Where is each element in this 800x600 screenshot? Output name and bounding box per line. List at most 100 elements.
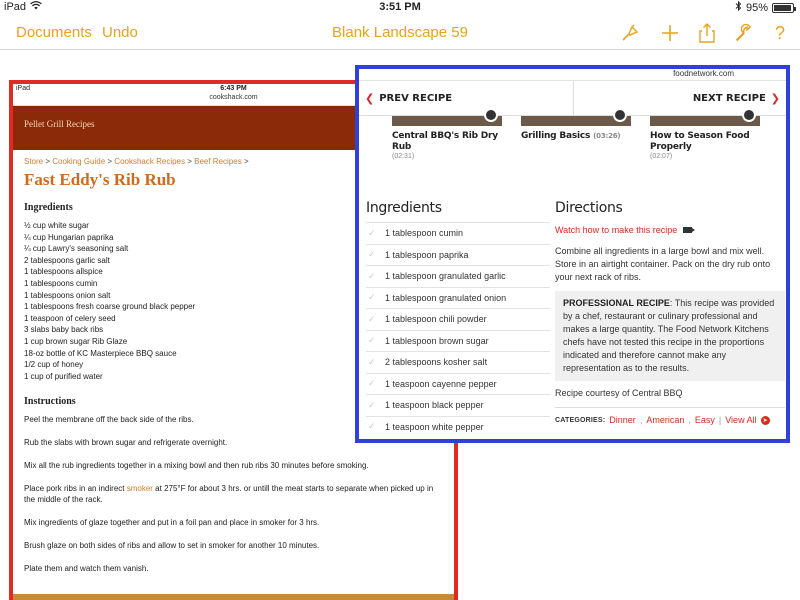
ingredient-text: 1 tablespoon chili powder (385, 314, 487, 325)
directions-text: Combine all ingredients in a large bowl … (555, 246, 771, 282)
ingredient-row[interactable]: ✓ 2 tablespoons kosher salt (366, 351, 550, 373)
video-camera-icon (683, 227, 696, 233)
checkmark-icon: ✓ (368, 335, 376, 346)
watch-label: Watch how to make this recipe (555, 225, 678, 235)
ingredient-text: 1 teaspoon white pepper (385, 421, 484, 432)
keynote-toolbar: Documents Undo Blank Landscape 59 ? (0, 16, 800, 50)
battery-icon (772, 2, 796, 13)
ingredient-text: 1 tablespoon cumin (385, 228, 464, 239)
recipe-nav: ❮ PREV RECIPE NEXT RECIPE ❯ (359, 81, 786, 116)
view-all-link[interactable]: View All (725, 415, 756, 425)
checkmark-icon: ✓ (368, 399, 376, 410)
site-header-title: Pellet Grill Recipes (24, 119, 95, 129)
video-card[interactable]: Central BBQ's Rib Dry Rub (02:31) (392, 108, 502, 160)
ingredient-row[interactable]: ✓ 1 tablespoon granulated garlic (366, 265, 550, 287)
ingredient-row[interactable]: ✓ 1 teaspoon white pepper (366, 415, 550, 438)
checkmark-icon: ✓ (368, 313, 376, 324)
foodnetwork-screenshot[interactable]: foodnetwork.com ❮ PREV RECIPE NEXT RECIP… (355, 65, 790, 443)
video-card[interactable]: Grilling Basics (03:26) (521, 108, 631, 142)
ingredients-section: Ingredients ✓ 1 tablespoon cumin ✓ 1 table… (366, 200, 550, 437)
instruction-step: Brush glaze on both sides of ribs and al… (24, 541, 320, 551)
categories-row: CATEGORIES: Dinner, American, Easy | Vie… (555, 407, 785, 425)
category-link[interactable]: Easy (695, 415, 715, 425)
battery-level (774, 4, 792, 11)
video-carousel: Central BBQ's Rib Dry Rub (02:31) Grilli… (359, 108, 786, 178)
instruction-step: Place pork ribs in an indirect smoker at… (24, 483, 443, 505)
checkmark-icon: ✓ (368, 421, 376, 432)
status-time: 3:51 PM (379, 1, 421, 13)
video-duration: (02:31) (392, 153, 415, 160)
video-thumbnail (650, 108, 760, 126)
format-brush-icon[interactable] (619, 22, 641, 44)
video-title: Grilling Basics (03:26) (521, 131, 631, 142)
play-icon (742, 108, 756, 122)
ingredient-text: 1 teaspoon black pepper (385, 400, 484, 411)
inner-url-bar: foodnetwork.com (359, 69, 786, 81)
ingredients-heading: Ingredients (366, 200, 442, 216)
directions-heading: Directions (555, 200, 623, 216)
arrow-circle-icon: ➤ (760, 415, 770, 425)
play-icon (484, 108, 498, 122)
checkmark-icon: ✓ (368, 249, 376, 260)
watch-video-link[interactable]: Watch how to make this recipe (555, 225, 785, 235)
play-icon (613, 108, 627, 122)
ingredient-row[interactable]: ✓ 1 tablespoon cumin (366, 222, 550, 244)
ingredient-text: 1 tablespoon granulated onion (385, 292, 507, 303)
category-link[interactable]: American (646, 415, 684, 425)
keynote-canvas: iPad 3:51 PM 95% Documents Undo Blank La… (0, 0, 800, 600)
instruction-step: Mix ingredients of glaze together and pu… (24, 518, 320, 528)
categories-label: CATEGORIES: (555, 416, 606, 424)
ingredient-row[interactable]: ✓ 1 teaspoon black pepper (366, 394, 550, 416)
wrench-icon[interactable] (733, 22, 755, 44)
breadcrumb-link[interactable]: Cookshack Recipes (114, 157, 185, 166)
directions-section: Directions Watch how to make this recipe… (555, 200, 785, 425)
breadcrumb-link[interactable]: Beef Recipes (194, 157, 242, 166)
prev-recipe-label: PREV RECIPE (379, 93, 453, 104)
ingredient-row[interactable]: ✓ 1 tablespoon chili powder (366, 308, 550, 330)
battery-percent: 95% (745, 1, 768, 14)
status-bar: iPad 3:51 PM 95% (0, 0, 800, 16)
instruction-step: Plate them and watch them vanish. (24, 564, 149, 574)
video-title: How to Season Food Properly (650, 131, 750, 152)
pro-text: : This recipe was provided by a chef, re… (563, 298, 775, 373)
breadcrumb-link[interactable]: Store (24, 157, 43, 166)
instruction-text: Place pork ribs in an indirect (24, 484, 127, 494)
smoker-link[interactable]: smoker (127, 484, 153, 493)
professional-recipe-note: PROFESSIONAL RECIPE: This recipe was pro… (555, 291, 785, 381)
video-duration: (03:26) (593, 132, 621, 140)
recipe-courtesy: Recipe courtesy of Central BBQ (555, 388, 683, 398)
ingredient-row[interactable]: ✓ 1 tablespoon paprika (366, 243, 550, 266)
bluetooth-icon (735, 0, 742, 14)
ingredient-text: 1 tablespoon brown sugar (385, 335, 489, 346)
chevron-left-icon: ❮ (365, 92, 375, 105)
share-icon[interactable] (696, 22, 718, 44)
ingredient-text: 1 tablespoon paprika (385, 249, 469, 260)
chevron-right-icon: ❯ (770, 92, 780, 105)
ingredient-row[interactable]: ✓ 1 teaspoon cayenne pepper (366, 372, 550, 395)
ingredient-row[interactable]: ✓ 1 tablespoon granulated onion (366, 286, 550, 309)
checkmark-icon: ✓ (368, 356, 376, 367)
video-thumbnail (521, 108, 631, 126)
checkmark-icon: ✓ (368, 270, 376, 281)
footer-strip (13, 594, 454, 600)
ingredient-text: 1 teaspoon cayenne pepper (385, 378, 497, 389)
help-icon[interactable]: ? (769, 22, 791, 44)
video-title-text: Grilling Basics (521, 131, 591, 141)
ingredient-text: 2 tablespoons kosher salt (385, 357, 488, 368)
pro-label: PROFESSIONAL RECIPE (563, 298, 670, 308)
category-link[interactable]: Dinner (609, 415, 636, 425)
prev-recipe-button[interactable]: ❮ PREV RECIPE (365, 92, 452, 105)
video-title: Central BBQ's Rib Dry Rub (392, 131, 498, 152)
video-card[interactable]: How to Season Food Properly (02:07) (650, 108, 760, 160)
ingredient-row[interactable]: ✓ 1 tablespoon brown sugar (366, 329, 550, 352)
instruction-step: Mix all the rub ingredients together in … (24, 461, 369, 471)
checkmark-icon: ✓ (368, 378, 376, 389)
video-duration: (02:07) (650, 153, 673, 160)
next-recipe-button[interactable]: NEXT RECIPE ❯ (693, 92, 780, 105)
ingredient-text: 1 tablespoon granulated garlic (385, 271, 506, 282)
checkmark-icon: ✓ (368, 292, 376, 303)
plus-icon[interactable] (659, 22, 681, 44)
checkmark-icon: ✓ (368, 227, 376, 238)
video-thumbnail (392, 108, 502, 126)
breadcrumb-link[interactable]: Cooking Guide (52, 157, 105, 166)
